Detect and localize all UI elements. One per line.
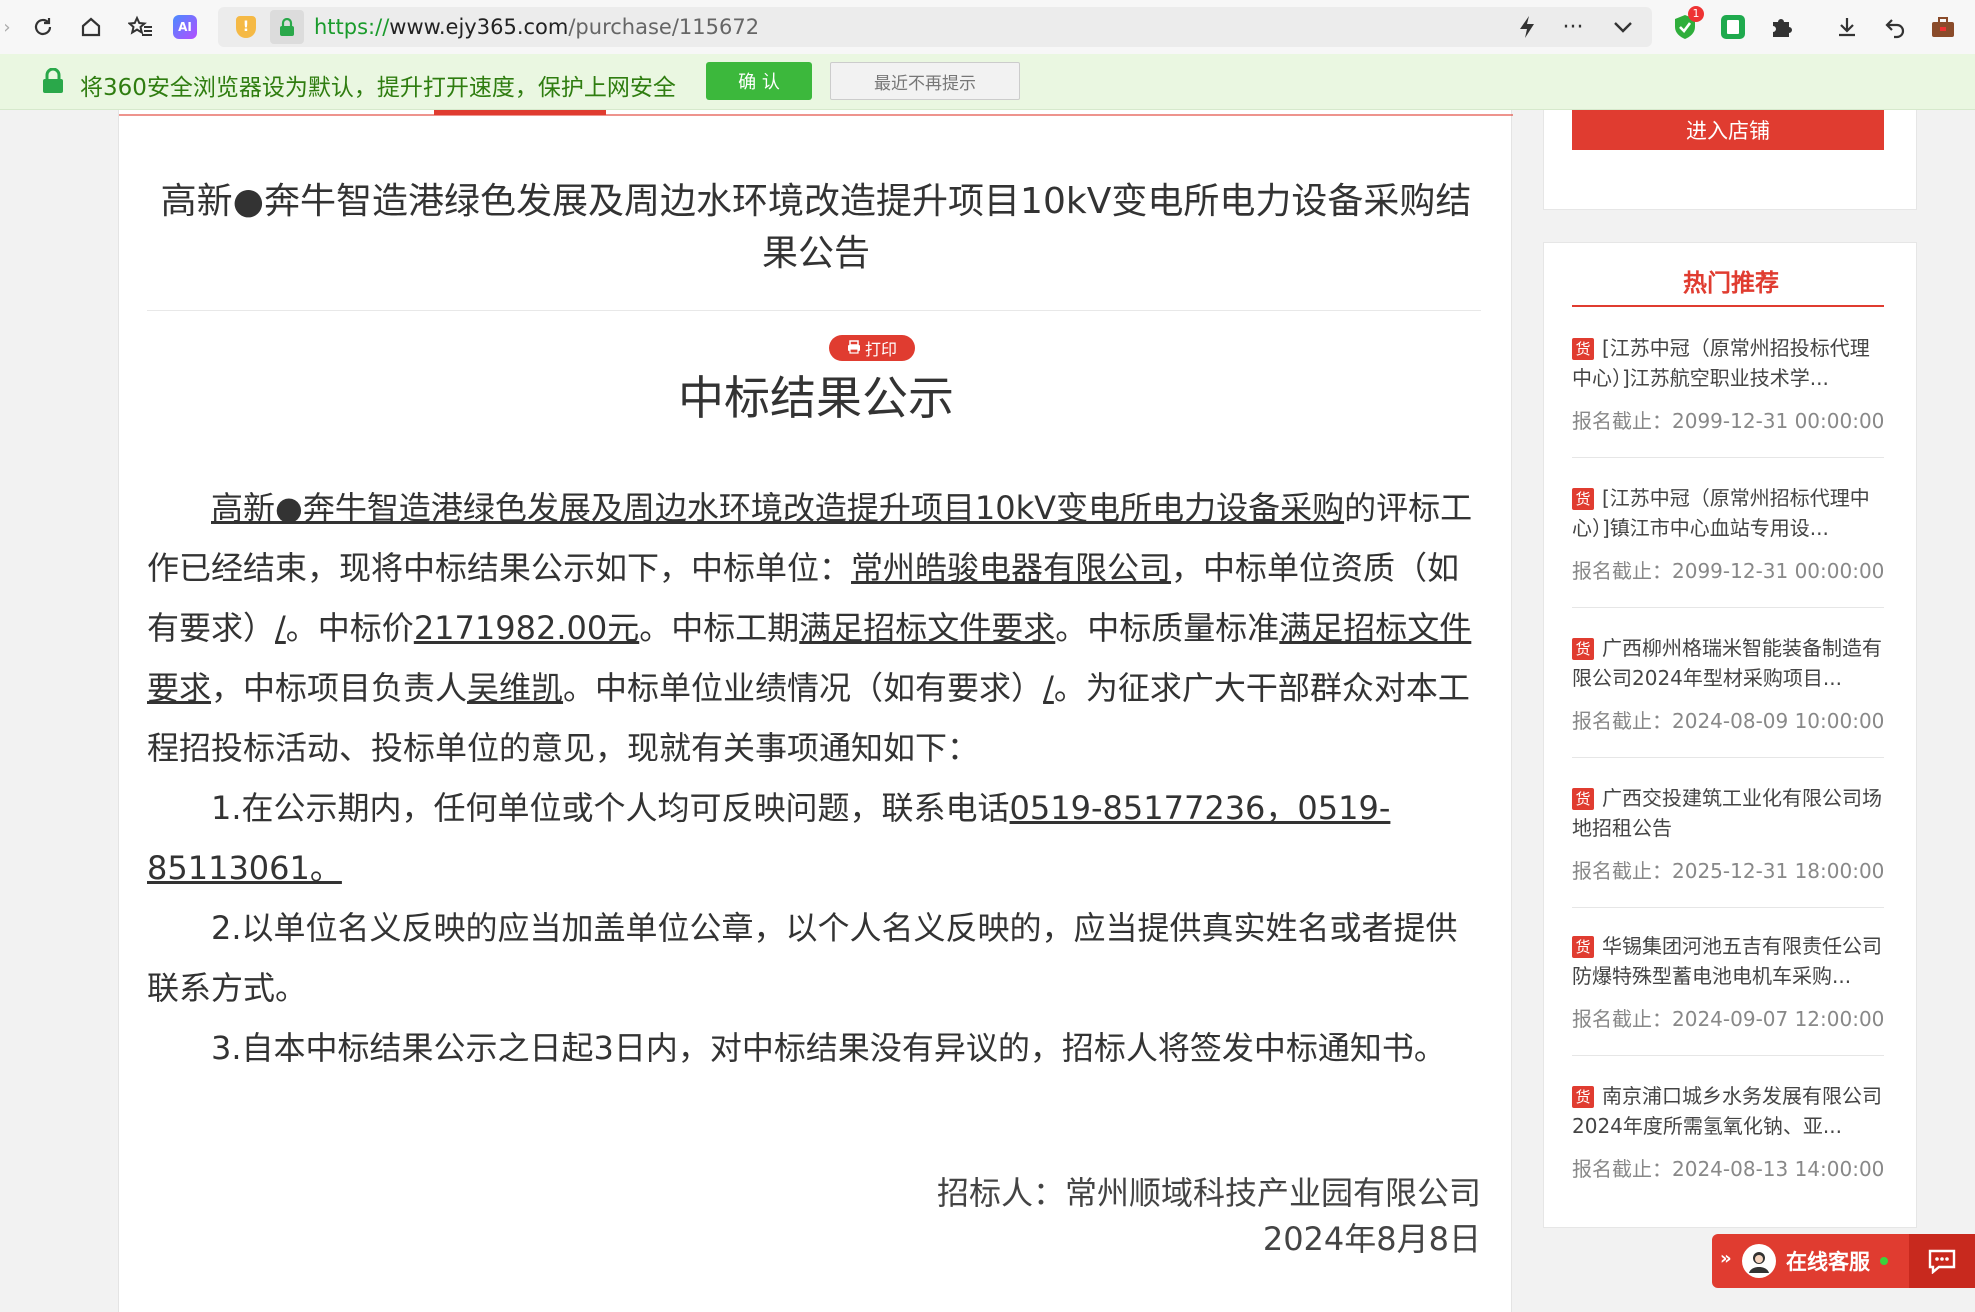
undo-icon[interactable]: [1878, 10, 1912, 44]
item-title[interactable]: 广西柳州格瑞米智能装备制造有限公司2024年型材采购项目...: [1572, 636, 1882, 690]
announcement-date: 2024年8月8日: [1262, 1220, 1481, 1258]
period-value: 满足招标文件要求: [799, 609, 1056, 647]
list-item[interactable]: 货 [江苏中冠（原常州招标代理中心）]镇江市中心血站专用设... 报名截止：209…: [1572, 483, 1888, 584]
goods-tag-icon: 货: [1572, 488, 1594, 510]
briefcase-icon[interactable]: [1926, 10, 1960, 44]
favorites-icon[interactable]: [124, 10, 158, 44]
online-service-label: 在线客服: [1786, 1250, 1870, 1274]
goods-tag-icon: 货: [1572, 638, 1594, 660]
performance-value: /: [1043, 669, 1054, 707]
goods-tag-icon: 货: [1572, 936, 1594, 958]
winner-link[interactable]: 常州皓骏电器有限公司: [851, 549, 1171, 587]
goods-tag-icon: 货: [1572, 788, 1594, 810]
signature-block: 招标人：常州顺域科技产业园有限公司 2024年8月8日: [937, 1170, 1481, 1262]
notification-text: 将360安全浏览器设为默认，提升打开速度，保护上网安全: [80, 75, 676, 101]
item-deadline: 报名截止：2024-09-07 12:00:00: [1572, 1007, 1885, 1031]
more-icon[interactable]: ···: [1556, 10, 1590, 44]
paragraph-intro: 高新●奔牛智造港绿色发展及周边水环境改造提升项目10kV变电所电力设备采购的评标…: [147, 489, 1473, 767]
paragraph-item-1: 1.在公示期内，任何单位或个人均可反映问题，联系电话0519-85177236，…: [147, 789, 1391, 887]
hot-recommendations: 热门推荐 货 [江苏中冠（原常州招投标代理中心）]江苏航空职业技术学... 报名截…: [1543, 242, 1917, 1228]
address-bar[interactable]: ! https://www.ejy365.com/purchase/115672: [218, 7, 1652, 47]
page-title: 高新●奔牛智造港绿色发展及周边水环境改造提升项目10kV变电所电力设备采购结果公…: [160, 181, 1472, 274]
item-deadline: 报名截止：2024-08-13 14:00:00: [1572, 1157, 1885, 1181]
store-card: 进入店铺: [1543, 110, 1917, 210]
item-deadline: 报名截止：2024-08-09 10:00:00: [1572, 709, 1885, 733]
home-icon[interactable]: [74, 10, 108, 44]
shield-warning-icon[interactable]: !: [236, 16, 256, 38]
article-panel: 高新●奔牛智造港绿色发展及周边水环境改造提升项目10kV变电所电力设备采购结果公…: [118, 110, 1513, 1312]
bid-price: 2171982.00元: [413, 609, 640, 647]
reload-icon[interactable]: [26, 10, 60, 44]
hot-title: 热门推荐: [1683, 269, 1779, 297]
announcement-heading: 中标结果公示: [678, 371, 954, 425]
announcement-body: 高新●奔牛智造港绿色发展及周边水环境改造提升项目10kV变电所电力设备采购的评标…: [147, 478, 1483, 1078]
enter-store-button[interactable]: 进入店铺: [1572, 110, 1884, 150]
reader-icon[interactable]: [1716, 10, 1750, 44]
chat-bubble-icon[interactable]: [1909, 1234, 1975, 1288]
list-item[interactable]: 货 [江苏中冠（原常州招投标代理中心）]江苏航空职业技术学... 报名截止：209…: [1572, 333, 1888, 434]
hot-title-underline: [1572, 305, 1884, 307]
item-divider: [1572, 607, 1884, 608]
url-text[interactable]: https://www.ejy365.com/purchase/115672: [314, 15, 759, 39]
item-deadline: 报名截止：2025-12-31 18:00:00: [1572, 859, 1885, 883]
agent-avatar-icon: [1742, 1244, 1776, 1278]
manager-name: 吴维凯: [467, 669, 564, 707]
title-divider: [147, 310, 1481, 311]
print-label: 打印: [864, 340, 897, 359]
item-title[interactable]: [江苏中冠（原常州招投标代理中心）]江苏航空职业技术学...: [1572, 336, 1870, 390]
item-title[interactable]: [江苏中冠（原常州招标代理中心）]镇江市中心血站专用设...: [1572, 486, 1870, 540]
item-divider: [1572, 1055, 1884, 1056]
item-deadline: 报名截止：2099-12-31 00:00:00: [1572, 559, 1885, 583]
item-title[interactable]: 南京浦口城乡水务发展有限公司2024年度所需氢氧化钠、亚...: [1572, 1084, 1882, 1138]
online-status-dot: [1880, 1257, 1888, 1265]
security-shield-icon[interactable]: 1: [1668, 6, 1704, 44]
default-browser-notification: 将360安全浏览器设为默认，提升打开速度，保护上网安全 确 认 最近不再提示: [0, 54, 1975, 110]
chevron-down-icon[interactable]: [1606, 10, 1640, 44]
qualification-value: /: [275, 609, 286, 647]
goods-tag-icon: 货: [1572, 1086, 1594, 1108]
ai-icon[interactable]: AI: [168, 10, 202, 44]
tenderer-name: 招标人：常州顺域科技产业园有限公司: [936, 1174, 1481, 1212]
item-title[interactable]: 华锡集团河池五吉有限责任公司防爆特殊型蓄电池电机车采购...: [1572, 934, 1882, 988]
top-divider: [119, 114, 1513, 116]
goods-tag-icon: 货: [1572, 338, 1594, 360]
security-badge: 1: [1688, 6, 1704, 22]
list-item[interactable]: 货广西柳州格瑞米智能装备制造有限公司2024年型材采购项目... 报名截止：20…: [1572, 633, 1888, 734]
online-service-button[interactable]: » 在线客服: [1712, 1234, 1975, 1288]
no-remind-button[interactable]: 最近不再提示: [830, 62, 1020, 100]
paragraph-item-3: 3.自本中标结果公示之日起3日内，对中标结果没有异议的，招标人将签发中标通知书。: [211, 1029, 1446, 1067]
list-item[interactable]: 货南京浦口城乡水务发展有限公司2024年度所需氢氧化钠、亚... 报名截止：20…: [1572, 1081, 1888, 1182]
chevron-right-icon[interactable]: »: [1720, 1248, 1732, 1269]
print-button[interactable]: 打印: [829, 335, 915, 361]
item-divider: [1572, 907, 1884, 908]
printer-icon: [847, 339, 861, 358]
lightning-icon[interactable]: [1510, 10, 1544, 44]
active-tab-marker: [434, 110, 606, 115]
site-info-icon[interactable]: [270, 10, 304, 44]
extensions-icon[interactable]: [1764, 10, 1798, 44]
list-item[interactable]: 货华锡集团河池五吉有限责任公司防爆特殊型蓄电池电机车采购... 报名截止：202…: [1572, 931, 1888, 1032]
project-link[interactable]: 高新●奔牛智造港绿色发展及周边水环境改造提升项目10kV变电所电力设备采购: [211, 489, 1344, 527]
item-divider: [1572, 457, 1884, 458]
lock-icon: [42, 67, 64, 94]
back-icon[interactable]: ›: [0, 10, 24, 44]
list-item[interactable]: 货广西交投建筑工业化有限公司场地招租公告 报名截止：2025-12-31 18:…: [1572, 783, 1888, 884]
item-deadline: 报名截止：2099-12-31 00:00:00: [1572, 409, 1885, 433]
item-divider: [1572, 757, 1884, 758]
item-title[interactable]: 广西交投建筑工业化有限公司场地招租公告: [1572, 786, 1882, 840]
paragraph-item-2: 2.以单位名义反映的应当加盖单位公章，以个人名义反映的，应当提供真实姓名或者提供…: [147, 909, 1458, 1007]
download-icon[interactable]: [1830, 10, 1864, 44]
browser-toolbar: › AI ! https://www.ejy365.com/purchase/1…: [0, 0, 1975, 54]
confirm-button[interactable]: 确 认: [706, 62, 812, 100]
